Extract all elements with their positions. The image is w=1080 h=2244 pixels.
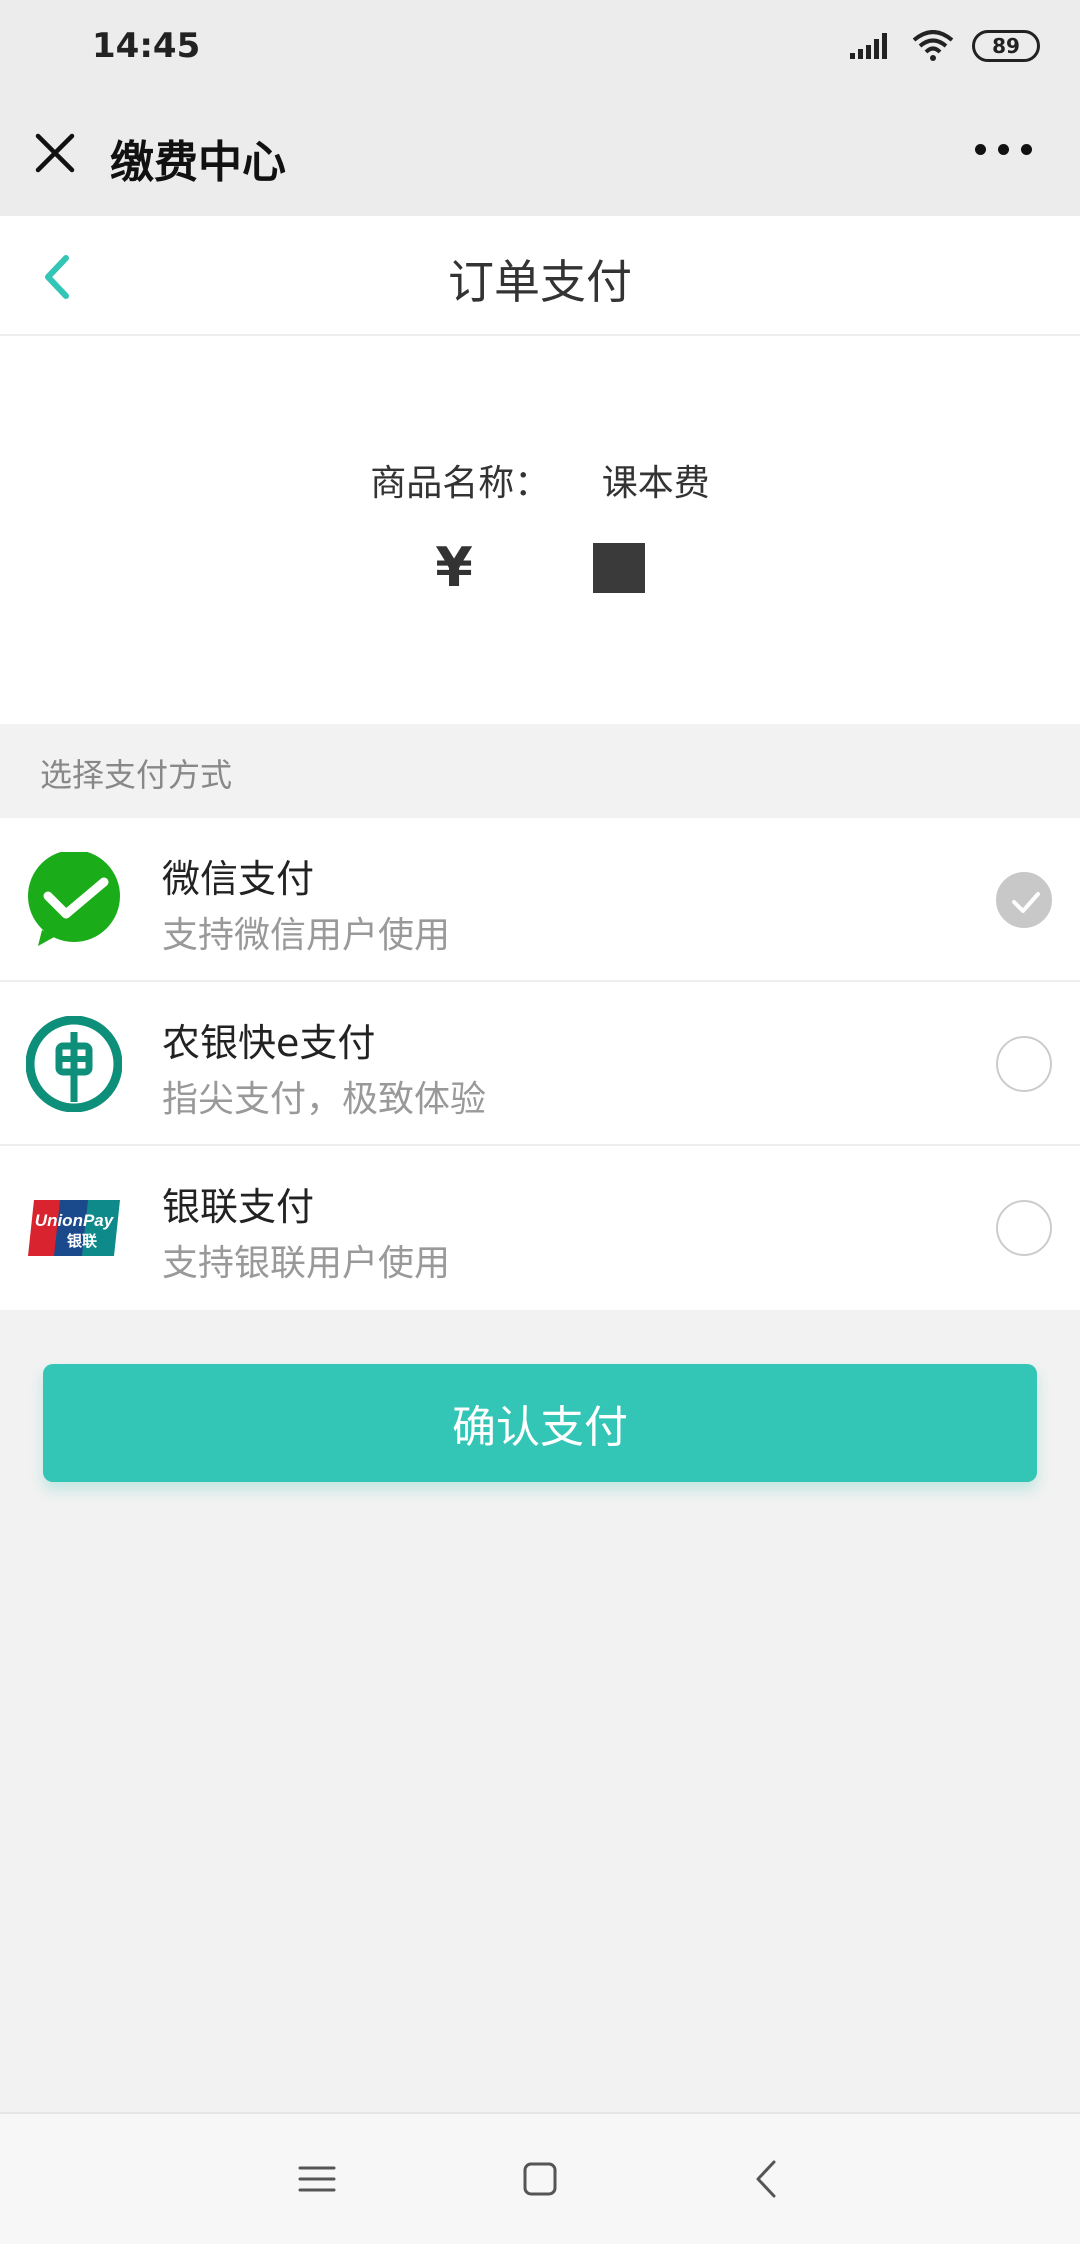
payment-method-desc: 支持银联用户使用 — [162, 1243, 451, 1284]
wechat-title-bar: 缴费中心 — [0, 100, 1080, 216]
unionpay-logo-cn: 银联 — [67, 1232, 98, 1250]
unionpay-logo-text: UnionPay — [35, 1211, 115, 1230]
home-icon[interactable] — [515, 2154, 565, 2204]
more-dot — [998, 144, 1009, 155]
product-name: 课本费 — [601, 463, 710, 504]
payment-method-name: 农银快e支付 — [162, 1021, 376, 1065]
payment-section-label: 选择支付方式 — [40, 756, 233, 794]
wechat-pay-icon — [28, 852, 120, 946]
status-icons: 89 — [850, 30, 1040, 62]
battery-indicator: 89 — [972, 30, 1040, 62]
status-time: 14:45 — [92, 26, 201, 66]
product-label: 商品名称： — [370, 463, 551, 504]
page-title: 订单支付 — [448, 255, 632, 309]
menu-icon[interactable] — [292, 2154, 342, 2204]
payment-method-unionpay[interactable]: UnionPay 银联 银联支付 支持银联用户使用 — [0, 1146, 1080, 1310]
confirm-payment-button[interactable]: 确认支付 — [43, 1364, 1037, 1482]
product-row: 商品名称： 课本费 — [0, 454, 1080, 506]
radio-button[interactable] — [996, 1036, 1052, 1092]
system-nav-bar — [0, 2112, 1080, 2244]
payment-method-abc[interactable]: 农银快e支付 指尖支付，极致体验 — [0, 982, 1080, 1146]
payment-method-desc: 支持微信用户使用 — [162, 915, 451, 956]
selected-check-icon[interactable] — [996, 872, 1052, 928]
payment-method-wechat[interactable]: 微信支付 支持微信用户使用 — [0, 818, 1080, 982]
more-dot — [1021, 144, 1032, 155]
more-options-icon[interactable] — [975, 144, 1032, 155]
more-dot — [975, 144, 986, 155]
abc-bank-icon — [26, 1016, 122, 1112]
unionpay-icon: UnionPay 银联 — [28, 1200, 120, 1256]
close-icon[interactable] — [30, 128, 80, 178]
signal-icon — [850, 33, 887, 59]
wechat-page-title: 缴费中心 — [110, 137, 286, 188]
redacted-amount — [592, 542, 645, 593]
price-row: ¥ — [0, 536, 1080, 599]
wifi-icon — [912, 30, 954, 61]
currency-symbol: ¥ — [435, 536, 473, 599]
page-header: 订单支付 — [0, 216, 1080, 336]
radio-button[interactable] — [996, 1200, 1052, 1256]
back-icon[interactable] — [742, 2154, 792, 2204]
payment-methods-list: 微信支付 支持微信用户使用 农银快e支付 指尖支付，极致体验 UnionPay … — [0, 818, 1080, 1310]
status-bar: 14:45 89 — [0, 0, 1080, 100]
payment-method-desc: 指尖支付，极致体验 — [162, 1079, 487, 1120]
payment-method-name: 微信支付 — [162, 857, 315, 901]
payment-method-name: 银联支付 — [162, 1185, 315, 1229]
order-summary: 商品名称： 课本费 ¥ — [0, 336, 1080, 724]
